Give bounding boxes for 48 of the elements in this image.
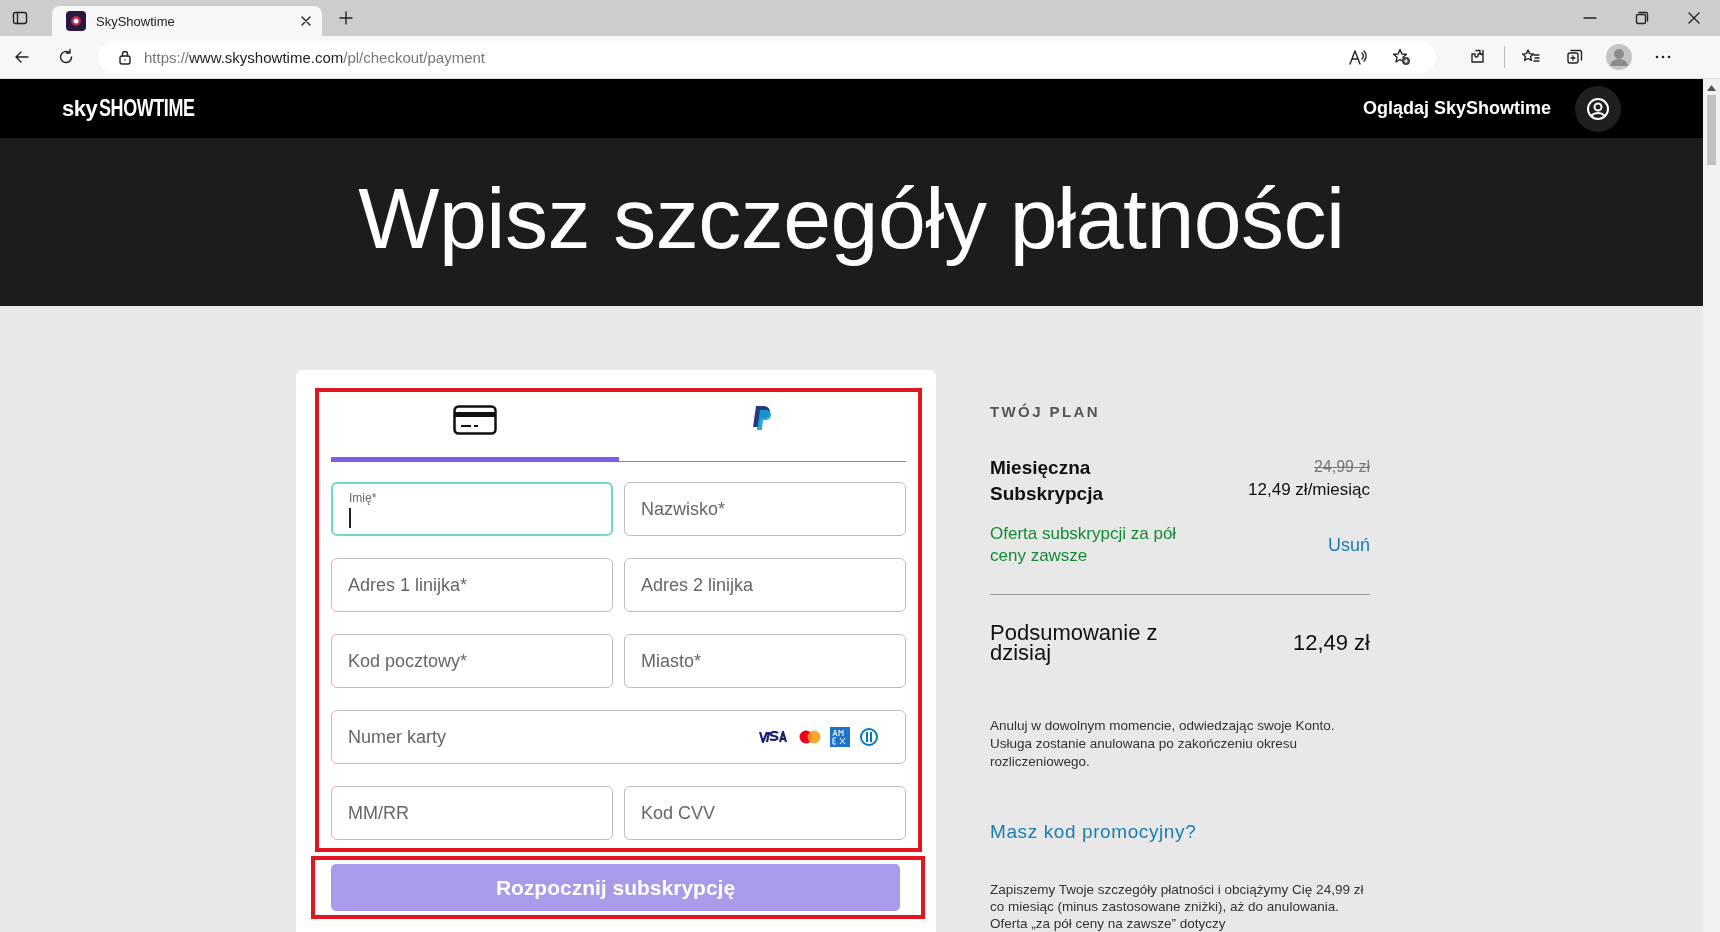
billing-note: Zapiszemy Twoje szczegóły płatności i obciążymy Cię 24,99 zł co miesiąc (minus zastosowane zniżki), aż do anulowania. Oferta „za pół ceny na zawsze” dotyczy bbox=[990, 881, 1365, 932]
credit-card-icon bbox=[452, 405, 497, 435]
restore-icon[interactable] bbox=[1634, 10, 1650, 26]
input-field[interactable]: MM/RR bbox=[331, 786, 613, 840]
diners-club-icon bbox=[859, 727, 879, 747]
input-field[interactable]: Adres 1 linijka* bbox=[331, 558, 613, 612]
scrollbar-thumb[interactable] bbox=[1707, 95, 1716, 165]
logo[interactable]: skySHOWTIME bbox=[62, 95, 222, 122]
input-field[interactable]: Nazwisko* bbox=[624, 482, 906, 536]
cancel-note: Anuluj w dowolnym momencie, odwiedzając swoje Konto. Usługa zostanie anulowana po zakończeniu okresu rozliczeniowego. bbox=[990, 717, 1336, 771]
extensions-icon[interactable] bbox=[1469, 48, 1487, 66]
remove-link[interactable]: Usuń bbox=[1327, 534, 1370, 556]
input-field[interactable]: Kod CVV bbox=[624, 786, 906, 840]
plan-name: Miesięczna Subskrypcja bbox=[990, 456, 1104, 506]
sidebar-icon[interactable] bbox=[12, 10, 28, 26]
mastercard-icon bbox=[799, 730, 821, 744]
add-favorite-icon[interactable] bbox=[1392, 48, 1412, 66]
scroll-up-icon[interactable] bbox=[1707, 85, 1716, 91]
old-price: 24,99 zł bbox=[1313, 458, 1370, 476]
promo-code-link[interactable]: Masz kod promocyjny? bbox=[990, 821, 1197, 843]
paypal-icon bbox=[751, 405, 774, 431]
close-icon[interactable] bbox=[1686, 10, 1702, 26]
nav-link[interactable]: Oglądaj SkyShowtime bbox=[1362, 98, 1551, 119]
address-bar[interactable]: https://www.skyshowtime.com/pl/checkout/payment bbox=[98, 41, 1436, 73]
close-icon[interactable] bbox=[300, 15, 312, 27]
page-title: Wpisz szczegóły płatności bbox=[358, 168, 1345, 268]
visa-icon bbox=[758, 731, 790, 743]
read-aloud-icon[interactable] bbox=[1348, 48, 1368, 66]
favicon-icon bbox=[66, 11, 86, 31]
account-icon bbox=[1586, 96, 1610, 121]
lock-icon bbox=[118, 49, 132, 65]
new-tab-icon[interactable] bbox=[338, 10, 354, 26]
input-field[interactable]: Imię* bbox=[331, 482, 613, 536]
amex-icon bbox=[830, 727, 850, 747]
input-field[interactable]: Numer karty bbox=[331, 710, 906, 764]
collections-icon[interactable] bbox=[1566, 48, 1584, 66]
total-label: Podsumowanie z dzisiaj bbox=[990, 623, 1159, 663]
account-button[interactable] bbox=[1575, 85, 1621, 132]
input-field[interactable]: Adres 2 linijka bbox=[624, 558, 906, 612]
browser-tab[interactable]: SkyShowtime bbox=[52, 6, 322, 36]
offer-text: Oferta subskrypcji za pół ceny zawsze bbox=[990, 523, 1178, 567]
reload-icon[interactable] bbox=[57, 48, 75, 66]
profile-avatar-icon[interactable] bbox=[1606, 44, 1632, 70]
plan-price: 12,49 zł/miesiąc bbox=[1248, 480, 1370, 500]
section-heading: TWÓJ PLAN bbox=[990, 403, 1101, 420]
input-field[interactable]: Miasto* bbox=[624, 634, 906, 688]
total-price: 12,49 zł bbox=[1292, 630, 1370, 656]
input-field[interactable]: Kod pocztowy* bbox=[331, 634, 613, 688]
